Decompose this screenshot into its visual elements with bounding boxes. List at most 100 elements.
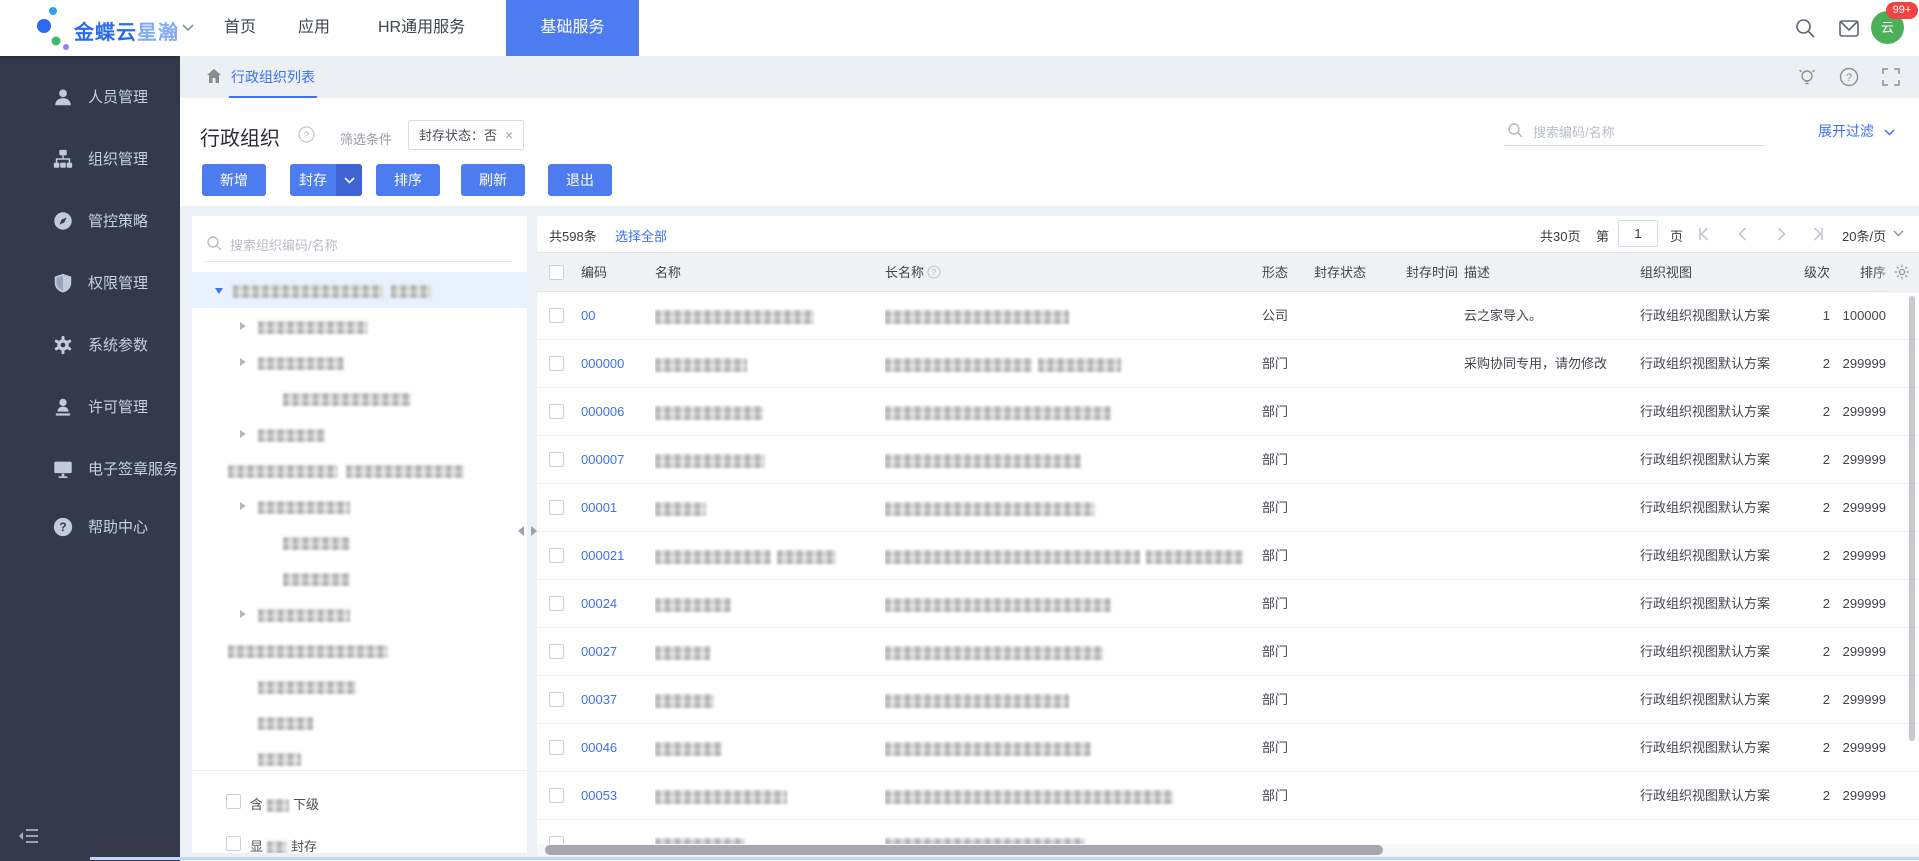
expand-filter-link[interactable]: 展开过滤 (1818, 121, 1895, 141)
org-code-link[interactable]: 00046 (581, 724, 645, 772)
logo-chevron-down-icon[interactable] (182, 24, 194, 32)
col-header-code[interactable]: 编码 (581, 253, 645, 293)
tree-expand-arrow-icon[interactable] (240, 610, 246, 618)
tree-node[interactable] (192, 308, 527, 344)
sort-button[interactable]: 排序 (376, 164, 440, 196)
select-all-checkbox[interactable] (549, 265, 564, 280)
filter-chip-seal-status[interactable]: 封存状态：否× (408, 120, 524, 150)
tree-filter-checkbox[interactable] (226, 836, 241, 851)
fullscreen-icon[interactable] (1880, 66, 1902, 88)
tree-collapse-arrow-icon[interactable] (215, 288, 223, 294)
vertical-scrollbar[interactable] (1909, 296, 1915, 741)
tab-admin-org-list[interactable]: 行政组织列表 (229, 56, 317, 98)
tree-node[interactable] (192, 524, 527, 560)
col-header-seal-time[interactable]: 封存时间 (1406, 253, 1462, 293)
horizontal-scrollbar-thumb[interactable] (545, 845, 1383, 855)
org-code-link[interactable]: 000000 (581, 340, 645, 388)
org-code-link[interactable]: 00027 (581, 628, 645, 676)
org-code-link[interactable]: 00024 (581, 580, 645, 628)
row-checkbox[interactable] (549, 596, 564, 611)
sidebar-item-permissions[interactable]: 权限管理 (0, 262, 180, 306)
refresh-button[interactable]: 刷新 (461, 164, 525, 196)
col-header-name[interactable]: 名称 (655, 253, 875, 293)
col-header-type[interactable]: 形态 (1262, 253, 1312, 293)
sidebar-item-system-params[interactable]: 系统参数 (0, 324, 180, 368)
sidebar-item-control-policy[interactable]: 管控策略 (0, 200, 180, 244)
seal-dropdown-button[interactable] (336, 164, 362, 196)
row-checkbox[interactable] (549, 452, 564, 467)
org-code-link[interactable]: 00 (581, 292, 645, 340)
home-icon[interactable] (205, 67, 223, 85)
tree-node[interactable] (192, 668, 527, 704)
help-circle-icon[interactable]: ? (1838, 66, 1860, 88)
row-checkbox[interactable] (549, 404, 564, 419)
tree-search-input[interactable]: 搜索组织编码/名称 (204, 224, 512, 262)
tree-filter-checkbox[interactable] (226, 794, 241, 809)
chevron-down-icon[interactable] (1893, 230, 1904, 237)
tree-expand-arrow-icon[interactable] (240, 322, 246, 330)
tree-expand-arrow-icon[interactable] (240, 430, 246, 438)
seal-button[interactable]: 封存 (290, 164, 336, 196)
select-all-link[interactable]: 选择全部 (615, 226, 667, 245)
exit-button[interactable]: 退出 (548, 164, 612, 196)
splitter-collapse-left-icon[interactable] (518, 526, 524, 536)
message-icon[interactable] (1837, 16, 1861, 40)
org-code-link[interactable]: 000006 (581, 388, 645, 436)
add-button[interactable]: 新增 (202, 164, 266, 196)
list-search-input[interactable]: 搜索编码/名称 (1505, 116, 1765, 146)
nav-item-apps[interactable]: 应用 (298, 0, 330, 56)
org-code-link[interactable] (581, 820, 645, 844)
tree-node[interactable] (192, 272, 527, 308)
filter-chip-close-icon[interactable]: × (505, 127, 513, 143)
sidebar-item-esignature[interactable]: 电子签章服务 (0, 448, 180, 492)
row-checkbox[interactable] (549, 356, 564, 371)
org-code-link[interactable]: 00037 (581, 676, 645, 724)
title-help-icon[interactable]: ? (298, 126, 315, 143)
row-checkbox[interactable] (549, 644, 564, 659)
col-header-level[interactable]: 级次 (1777, 253, 1830, 293)
row-checkbox[interactable] (549, 500, 564, 515)
row-checkbox[interactable] (549, 548, 564, 563)
tree-node[interactable] (192, 488, 527, 524)
tree-node[interactable] (192, 344, 527, 380)
nav-item-hr-services[interactable]: HR通用服务 (378, 0, 465, 56)
row-checkbox[interactable] (549, 788, 564, 803)
first-page-icon[interactable] (1695, 224, 1715, 244)
org-code-link[interactable]: 00053 (581, 772, 645, 820)
tree-node[interactable] (192, 380, 527, 416)
column-settings-gear-icon[interactable] (1893, 263, 1911, 281)
sidebar-item-license[interactable]: 许可管理 (0, 386, 180, 430)
col-header-seal-status[interactable]: 封存状态 (1314, 253, 1402, 293)
tree-expand-arrow-icon[interactable] (240, 358, 246, 366)
page-size-select[interactable]: 20条/页 (1842, 226, 1886, 245)
org-code-link[interactable]: 00001 (581, 484, 645, 532)
row-checkbox[interactable] (549, 740, 564, 755)
prev-page-icon[interactable] (1733, 224, 1753, 244)
nav-item-base-services[interactable]: 基础服务 (506, 0, 639, 56)
tree-node[interactable] (192, 632, 527, 668)
column-help-icon[interactable]: ? (927, 265, 941, 279)
row-checkbox[interactable] (549, 692, 564, 707)
tree-node[interactable] (192, 452, 527, 488)
lightbulb-icon[interactable] (1796, 66, 1818, 88)
next-page-icon[interactable] (1771, 224, 1791, 244)
sidebar-item-organization[interactable]: 组织管理 (0, 138, 180, 182)
tree-node[interactable] (192, 560, 527, 596)
tree-expand-arrow-icon[interactable] (240, 502, 246, 510)
tree-node[interactable] (192, 596, 527, 632)
col-header-org-view[interactable]: 组织视图 (1640, 253, 1792, 293)
global-search-icon[interactable] (1793, 16, 1817, 40)
sidebar-collapse-icon[interactable] (18, 826, 40, 846)
col-header-long-name[interactable]: 长名称? (885, 253, 1250, 293)
row-checkbox[interactable] (549, 836, 564, 844)
tree-node[interactable] (192, 416, 527, 452)
page-number-input[interactable] (1618, 220, 1658, 247)
org-code-link[interactable]: 000021 (581, 532, 645, 580)
tree-node[interactable] (192, 704, 527, 740)
nav-item-home[interactable]: 首页 (224, 0, 256, 56)
org-code-link[interactable]: 000007 (581, 436, 645, 484)
col-header-desc[interactable]: 描述 (1464, 253, 1636, 293)
sidebar-item-personnel[interactable]: 人员管理 (0, 76, 180, 120)
row-checkbox[interactable] (549, 308, 564, 323)
last-page-icon[interactable] (1807, 224, 1827, 244)
